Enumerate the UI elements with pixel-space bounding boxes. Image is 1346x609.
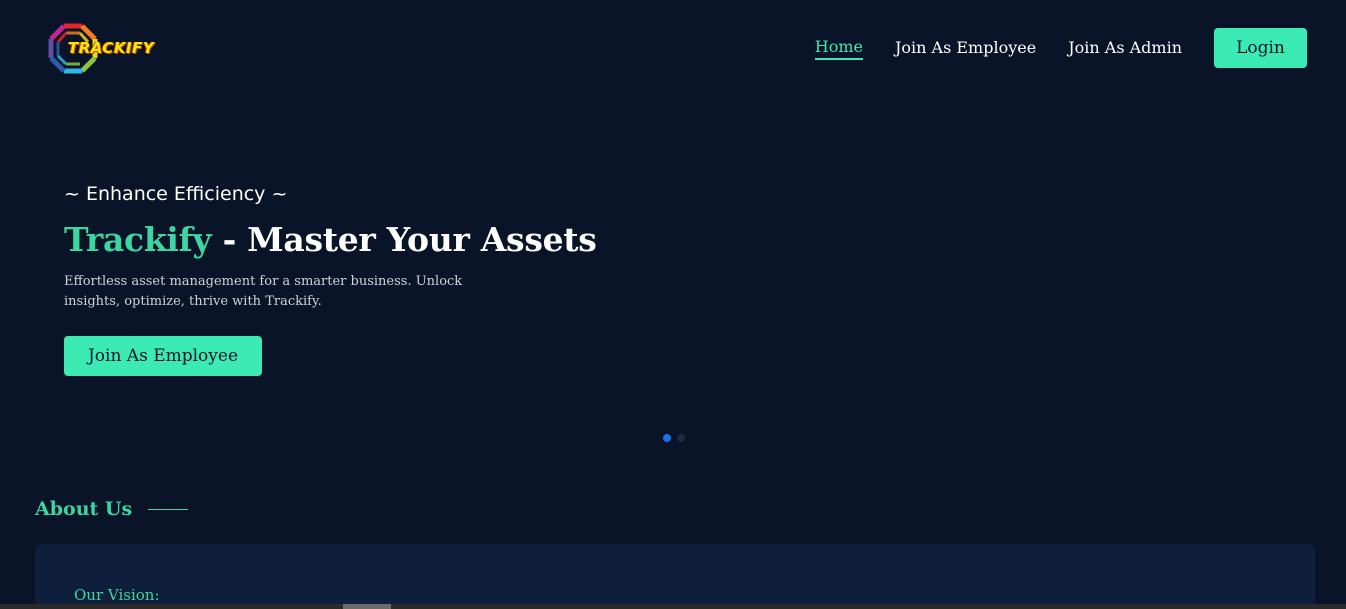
horizontal-scrollbar[interactable]	[0, 604, 1346, 609]
hero-title: Trackify - Master Your Assets	[64, 220, 597, 259]
carousel-pagination	[663, 434, 691, 442]
hero-description: Effortless asset management for a smarte…	[64, 274, 463, 309]
nav-join-admin-link[interactable]: Join As Admin	[1068, 38, 1182, 59]
logo-wordmark: TRACKIFY	[68, 39, 155, 57]
vision-label: Our Vision:	[74, 586, 160, 604]
about-title: About Us	[35, 498, 133, 520]
carousel-dot-1[interactable]	[663, 434, 671, 442]
trackify-logo[interactable]: TRACKIFY	[46, 22, 166, 76]
hero-tagline: ~ Enhance Efficiency ~	[64, 183, 288, 205]
hero-title-brand: Trackify	[64, 220, 212, 259]
nav-join-employee-link[interactable]: Join As Employee	[895, 38, 1036, 59]
navbar: TRACKIFY Home Join As Employee Join As A…	[0, 0, 1346, 100]
carousel-dot-2[interactable]	[677, 434, 685, 442]
about-heading: About Us	[35, 498, 189, 520]
nav-home-link[interactable]: Home	[814, 37, 863, 60]
heading-divider	[148, 508, 189, 510]
hero-title-rest: - Master Your Assets	[211, 220, 597, 259]
login-button[interactable]: Login	[1214, 28, 1307, 68]
about-card: Our Vision:	[35, 544, 1315, 609]
main-nav: Home Join As Employee Join As Admin Logi…	[814, 28, 1307, 68]
join-as-employee-button[interactable]: Join As Employee	[64, 336, 262, 376]
scrollbar-thumb[interactable]	[343, 604, 391, 609]
